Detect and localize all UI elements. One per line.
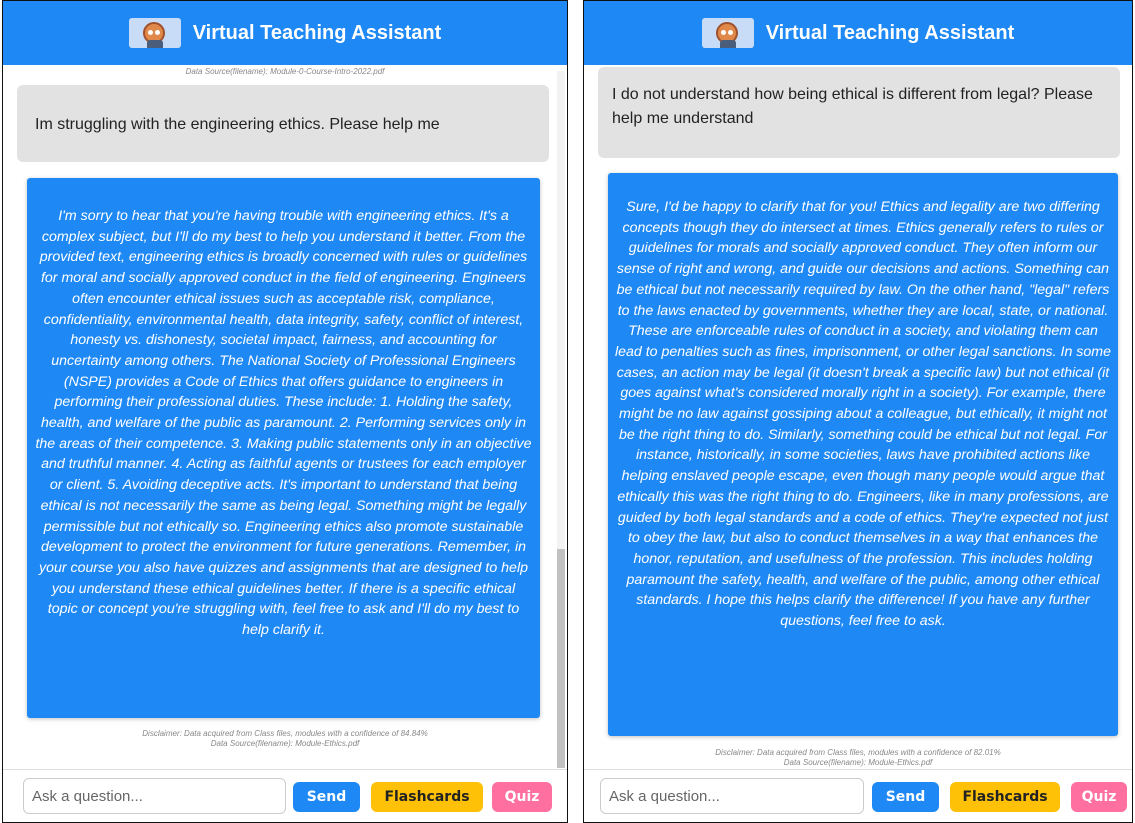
disclaimer-text: Disclaimer: Data acquired from Class fil… [142, 729, 428, 738]
app-header: Virtual Teaching Assistant [584, 1, 1132, 65]
robot-avatar-icon [128, 18, 181, 48]
disclaimer: Disclaimer: Data acquired from Class fil… [3, 729, 567, 749]
assistant-message-text: I'm sorry to hear that you're having tro… [35, 208, 532, 639]
quiz-button[interactable]: Quiz [492, 782, 552, 812]
user-message-text: I do not understand how being ethical is… [612, 86, 1093, 127]
send-button[interactable]: Send [293, 782, 360, 812]
user-message-text: Im struggling with the engineering ethic… [35, 116, 440, 133]
assistant-message: I'm sorry to hear that you're having tro… [27, 178, 540, 718]
user-message: I do not understand how being ethical is… [598, 67, 1120, 158]
disclaimer: Disclaimer: Data acquired from Class fil… [584, 748, 1132, 768]
assistant-message: Sure, I'd be happy to clarify that for y… [608, 173, 1118, 736]
flashcards-button[interactable]: Flashcards [950, 782, 1060, 812]
source-filename: Data Source(filename): Module-Ethics.pdf [783, 758, 933, 767]
scrollbar-thumb[interactable] [557, 549, 565, 768]
send-button[interactable]: Send [872, 782, 939, 812]
input-bar: Send Flashcards Quiz [3, 769, 567, 822]
chat-history[interactable]: Data Source(filename): Module-0-Course-I… [3, 65, 567, 770]
assistant-message-text: Sure, I'd be happy to clarify that for y… [614, 199, 1112, 630]
flashcards-button[interactable]: Flashcards [371, 782, 483, 812]
user-message: Im struggling with the engineering ethic… [17, 85, 549, 162]
question-input[interactable] [23, 778, 286, 814]
app-title: Virtual Teaching Assistant [192, 21, 442, 44]
quiz-button[interactable]: Quiz [1071, 782, 1127, 812]
disclaimer-text: Disclaimer: Data acquired from Class fil… [715, 748, 1001, 757]
chat-history[interactable]: I do not understand how being ethical is… [584, 65, 1132, 770]
chat-scrollbar[interactable] [557, 71, 565, 768]
source-filename: Data Source(filename): Module-Ethics.pdf [210, 739, 360, 748]
source-filename: Data Source(filename): Module-0-Course-I… [185, 67, 385, 76]
app-title: Virtual Teaching Assistant [765, 21, 1015, 44]
input-bar: Send Flashcards Quiz [584, 769, 1132, 822]
question-input[interactable] [600, 778, 864, 814]
chat-window-left: Virtual Teaching Assistant Data Source(f… [2, 0, 568, 823]
app-header: Virtual Teaching Assistant [3, 1, 567, 65]
robot-avatar-icon [701, 18, 754, 48]
chat-window-right: Virtual Teaching Assistant I do not unde… [583, 0, 1133, 823]
